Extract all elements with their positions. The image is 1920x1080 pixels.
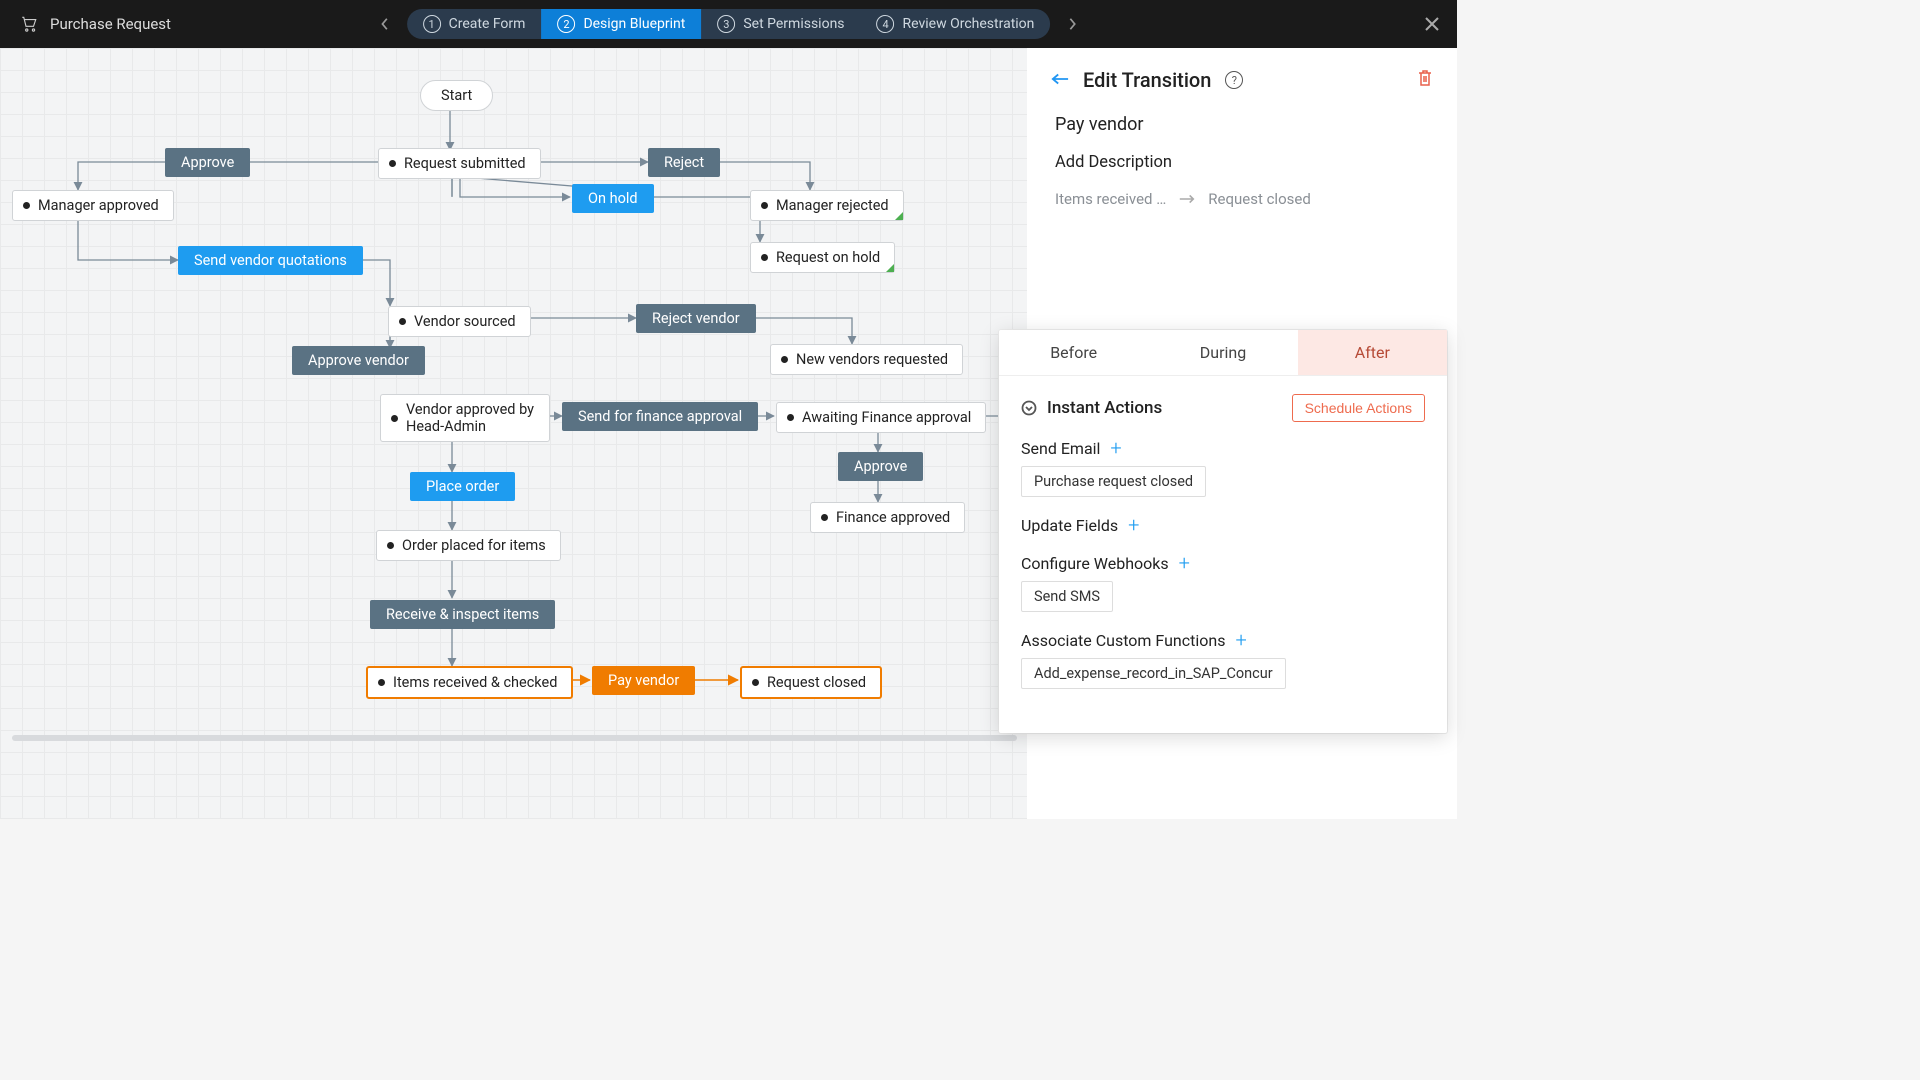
step-review-orchestration[interactable]: 4Review Orchestration [861, 9, 1051, 39]
add-email-icon[interactable]: + [1110, 438, 1121, 458]
webhook-chip[interactable]: Send SMS [1021, 581, 1113, 612]
transition-pay-vendor[interactable]: Pay vendor [592, 666, 695, 695]
node-new-vendors-requested[interactable]: New vendors requested [770, 344, 963, 375]
arrow-right-icon [1178, 193, 1196, 205]
steps-list: 1Create Form 2Design Blueprint 3Set Perm… [407, 9, 1051, 39]
header-left: Purchase Request [0, 15, 171, 33]
tab-before[interactable]: Before [999, 330, 1148, 375]
transition-receive-inspect[interactable]: Receive & inspect items [370, 600, 555, 629]
prev-step-button[interactable] [371, 10, 399, 38]
next-step-button[interactable] [1058, 10, 1086, 38]
header: Purchase Request 1Create Form 2Design Bl… [0, 0, 1457, 48]
transition-name: Pay vendor [1055, 114, 1429, 135]
flow-to: Request closed [1208, 190, 1311, 208]
custom-fn-chip[interactable]: Add_expense_record_in_SAP_Concur [1021, 658, 1286, 689]
tab-during[interactable]: During [1148, 330, 1297, 375]
section-title: Instant Actions [1047, 398, 1162, 418]
action-custom-functions: Associate Custom Functions+ Add_expense_… [1021, 630, 1425, 689]
panel-heading: Edit Transition [1083, 68, 1211, 92]
panel-header: Edit Transition ? [1027, 48, 1457, 104]
transition-reject[interactable]: Reject [648, 148, 720, 177]
steps-nav: 1Create Form 2Design Blueprint 3Set Perm… [371, 9, 1087, 39]
schedule-actions-button[interactable]: Schedule Actions [1292, 394, 1425, 422]
flow-from: Items received … [1055, 190, 1166, 208]
transition-flow: Items received … Request closed [1055, 190, 1429, 208]
collapse-icon[interactable] [1021, 400, 1037, 416]
cart-icon [20, 15, 38, 33]
add-update-fields-icon[interactable]: + [1128, 515, 1139, 535]
transition-send-finance[interactable]: Send for finance approval [562, 402, 758, 431]
panel-body: Pay vendor Add Description Items receive… [1027, 104, 1457, 228]
delete-button[interactable] [1417, 69, 1433, 91]
add-description-link[interactable]: Add Description [1055, 153, 1429, 172]
help-icon[interactable]: ? [1225, 71, 1243, 89]
card-body minimally: Instant Actions Schedule Actions Send Em… [999, 376, 1447, 733]
add-webhook-icon[interactable]: + [1179, 553, 1190, 573]
action-update-fields: Update Fields+ [1021, 515, 1425, 535]
action-send-email: Send Email+ Purchase request closed [1021, 438, 1425, 497]
step-set-permissions[interactable]: 3Set Permissions [701, 9, 860, 39]
back-button[interactable] [1051, 71, 1069, 90]
step-create-form[interactable]: 1Create Form [407, 9, 542, 39]
node-manager-approved[interactable]: Manager approved [12, 190, 174, 221]
transition-reject-vendor[interactable]: Reject vendor [636, 304, 756, 333]
node-items-received[interactable]: Items received & checked [366, 666, 573, 699]
transition-approve[interactable]: Approve [165, 148, 250, 177]
add-custom-fn-icon[interactable]: + [1235, 630, 1246, 650]
node-request-on-hold[interactable]: Request on hold [750, 242, 895, 273]
node-start[interactable]: Start [420, 80, 493, 111]
node-awaiting-finance[interactable]: Awaiting Finance approval [776, 402, 986, 433]
transition-place-order[interactable]: Place order [410, 472, 515, 501]
canvas-scrollbar[interactable] [12, 735, 1017, 741]
node-finance-approved[interactable]: Finance approved [810, 502, 965, 533]
node-order-placed[interactable]: Order placed for items [376, 530, 561, 561]
page-title: Purchase Request [50, 15, 171, 33]
transition-on-hold[interactable]: On hold [572, 184, 654, 213]
node-vendor-approved[interactable]: Vendor approved by Head-Admin [380, 394, 550, 442]
close-button[interactable] [1423, 15, 1441, 33]
tab-after[interactable]: After [1298, 330, 1447, 375]
transition-approve-finance[interactable]: Approve [838, 452, 923, 481]
node-request-submitted[interactable]: Request submitted [378, 148, 541, 179]
node-vendor-sourced[interactable]: Vendor sourced [388, 306, 531, 337]
actions-card: Before During After Instant Actions Sche… [999, 330, 1447, 733]
action-webhooks: Configure Webhooks+ Send SMS [1021, 553, 1425, 612]
transition-send-vendor-quotations[interactable]: Send vendor quotations [178, 246, 363, 275]
section-header: Instant Actions Schedule Actions [1021, 394, 1425, 422]
action-tabs: Before During After [999, 330, 1447, 376]
step-design-blueprint[interactable]: 2Design Blueprint [541, 9, 701, 39]
node-manager-rejected[interactable]: Manager rejected [750, 190, 904, 221]
transition-approve-vendor[interactable]: Approve vendor [292, 346, 425, 375]
email-chip[interactable]: Purchase request closed [1021, 466, 1206, 497]
node-request-closed[interactable]: Request closed [740, 666, 882, 699]
